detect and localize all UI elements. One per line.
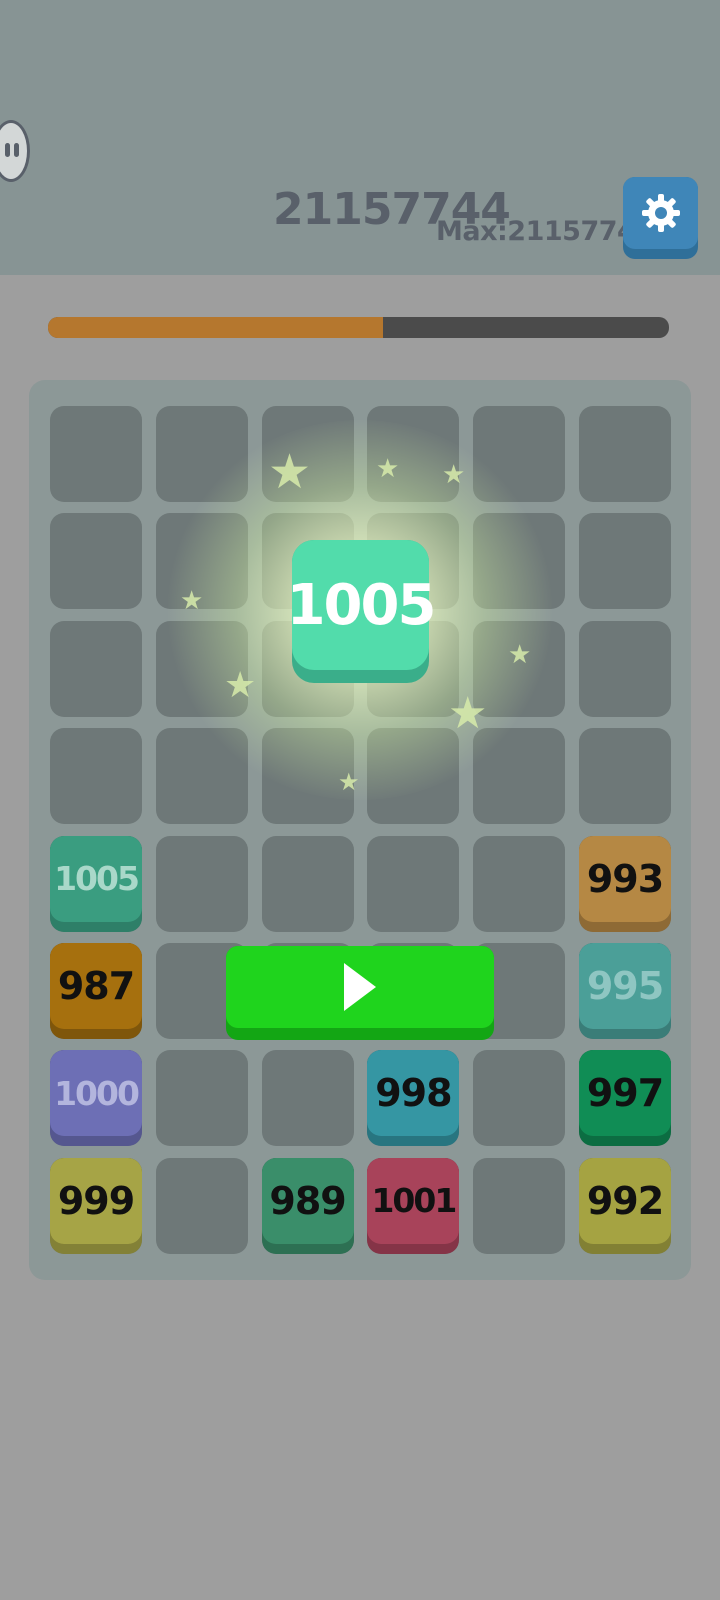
board-cell[interactable] — [155, 728, 248, 825]
board-cell[interactable] — [155, 1050, 248, 1147]
bot-icon[interactable] — [0, 120, 30, 182]
number-tile-value: 997 — [579, 1050, 671, 1137]
sparkle-star-icon: ★ — [442, 460, 466, 490]
board-cell[interactable] — [473, 406, 566, 502]
bot-eye-left — [5, 143, 10, 157]
sparkle-star-icon: ★ — [448, 688, 488, 739]
board-cell[interactable] — [155, 1157, 248, 1254]
board-cell[interactable] — [473, 1157, 566, 1254]
sparkle-star-icon: ★ — [508, 640, 532, 670]
board-cell[interactable] — [261, 835, 354, 932]
number-tile-value: 998 — [367, 1050, 460, 1137]
sparkle-star-icon: ★ — [268, 444, 312, 500]
number-tile[interactable]: 1000 — [50, 1050, 142, 1147]
board-cell[interactable] — [473, 513, 566, 610]
number-tile-value: 1005 — [50, 835, 142, 922]
board-cell[interactable] — [473, 728, 566, 825]
sparkle-star-icon: ★ — [180, 586, 204, 616]
play-icon — [344, 963, 376, 1011]
number-tile-value: 999 — [50, 1157, 142, 1244]
board-cell[interactable] — [50, 406, 142, 502]
number-tile-value: 1000 — [50, 1050, 142, 1137]
number-tile[interactable]: 1001 — [367, 1157, 460, 1254]
board-cell[interactable] — [579, 728, 671, 825]
board-cell[interactable] — [579, 513, 671, 610]
settings-button-face — [623, 177, 698, 249]
sparkle-star-icon: ★ — [224, 665, 257, 706]
number-tile-value: 989 — [261, 1157, 354, 1244]
top-bar: 21157744 Max:21157744 — [0, 0, 720, 275]
board-cell[interactable] — [261, 1050, 354, 1147]
board-cell[interactable] — [367, 835, 460, 932]
number-tile[interactable]: 993 — [579, 835, 671, 932]
board-cell[interactable] — [50, 513, 142, 610]
settings-button[interactable] — [623, 177, 698, 259]
game-board[interactable]: 1005 993 987 995 1000 998 997 999 989 1001 992 — [29, 380, 691, 1280]
number-tile[interactable]: 989 — [261, 1157, 354, 1254]
play-button-face — [226, 946, 494, 1028]
number-tile[interactable]: 992 — [579, 1157, 671, 1254]
max-score: Max:21157744 — [436, 216, 654, 247]
board-cell[interactable] — [473, 1050, 566, 1147]
sparkle-star-icon: ★ — [376, 454, 400, 484]
number-tile-value: 995 — [579, 943, 671, 1029]
number-tile[interactable]: 997 — [579, 1050, 671, 1147]
board-cell[interactable] — [579, 406, 671, 502]
board-cell[interactable] — [473, 835, 566, 932]
number-tile-value: 1001 — [367, 1157, 460, 1244]
number-tile-value: 992 — [579, 1157, 671, 1244]
play-button[interactable] — [226, 946, 494, 1040]
level-progress-bar — [48, 317, 669, 338]
merged-tile: 1005 — [287, 540, 436, 683]
board-cell[interactable] — [155, 835, 248, 932]
bot-eye-right — [14, 143, 19, 157]
board-cell[interactable] — [50, 620, 142, 717]
gear-icon — [641, 194, 680, 232]
board-cell[interactable] — [367, 728, 460, 825]
sparkle-star-icon: ★ — [338, 768, 360, 796]
board-cell[interactable] — [50, 728, 142, 825]
number-tile[interactable]: 999 — [50, 1157, 142, 1254]
number-tile[interactable]: 1005 — [50, 835, 142, 932]
board-cell[interactable] — [155, 406, 248, 502]
number-tile[interactable]: 998 — [367, 1050, 460, 1147]
level-progress-fill — [48, 317, 384, 338]
board-cell[interactable] — [579, 620, 671, 717]
merged-tile-value: 1005 — [287, 540, 436, 670]
number-tile-value: 993 — [579, 835, 671, 922]
number-tile[interactable]: 995 — [579, 943, 671, 1039]
number-tile[interactable]: 987 — [50, 943, 142, 1039]
number-tile-value: 987 — [50, 943, 142, 1029]
